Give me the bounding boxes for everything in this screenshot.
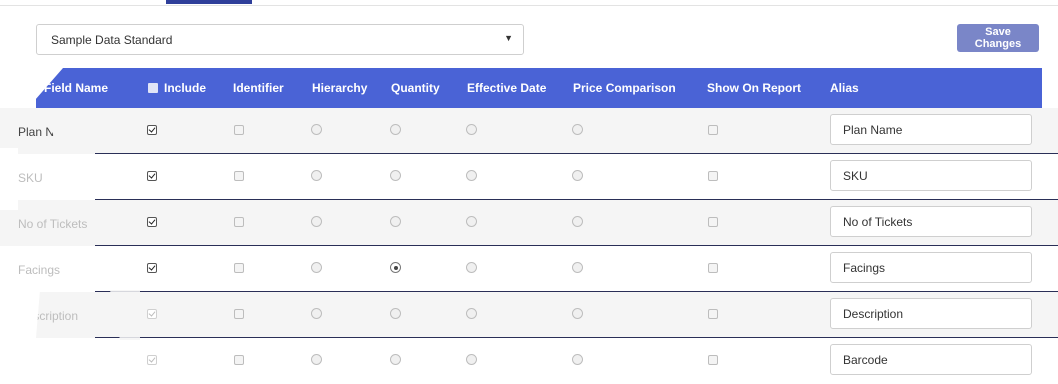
identifier-checkbox[interactable] [234, 171, 244, 181]
show-on-report-checkbox[interactable] [708, 217, 718, 227]
header-show-on-report: Show On Report [707, 81, 801, 95]
include-checkbox[interactable] [147, 217, 157, 227]
header-include-label: Include [164, 81, 207, 95]
table-row [0, 338, 1058, 384]
field-name: Plan Name [18, 125, 78, 139]
price-comparison-radio[interactable] [572, 354, 583, 365]
show-on-report-checkbox[interactable] [708, 171, 718, 181]
top-divider [0, 5, 1058, 6]
include-checkbox [147, 309, 157, 319]
show-on-report-checkbox[interactable] [708, 309, 718, 319]
price-comparison-radio[interactable] [572, 216, 583, 227]
hierarchy-radio[interactable] [311, 262, 322, 273]
alias-input[interactable] [830, 206, 1032, 237]
effective-date-radio[interactable] [466, 354, 477, 365]
include-checkbox[interactable] [147, 171, 157, 181]
header-effective-date: Effective Date [467, 81, 547, 95]
effective-date-radio[interactable] [466, 124, 477, 135]
hierarchy-radio[interactable] [311, 170, 322, 181]
hierarchy-radio[interactable] [311, 216, 322, 227]
identifier-checkbox[interactable] [234, 217, 244, 227]
quantity-radio[interactable] [390, 308, 401, 319]
alias-input[interactable] [830, 252, 1032, 283]
field-name: SKU [18, 171, 43, 185]
active-tab-indicator [166, 0, 252, 4]
quantity-radio[interactable] [390, 354, 401, 365]
quantity-radio[interactable] [390, 262, 401, 273]
header-alias: Alias [830, 81, 859, 95]
hierarchy-radio[interactable] [311, 308, 322, 319]
include-all-checkbox[interactable] [148, 83, 158, 93]
table-row: Facings [0, 246, 1058, 292]
table-row: No of Tickets [0, 200, 1058, 246]
header-price-comparison: Price Comparison [573, 81, 676, 95]
alias-input[interactable] [830, 114, 1032, 145]
include-checkbox[interactable] [147, 263, 157, 273]
header-field-name: Field Name [44, 81, 109, 95]
price-comparison-radio[interactable] [572, 308, 583, 319]
effective-date-radio[interactable] [466, 170, 477, 181]
identifier-checkbox[interactable] [234, 309, 244, 319]
hierarchy-radio[interactable] [311, 354, 322, 365]
table-header: Field Name Include Identifier Hierarchy … [36, 68, 1042, 108]
quantity-radio[interactable] [390, 170, 401, 181]
show-on-report-checkbox[interactable] [708, 125, 718, 135]
dataset-select[interactable]: Sample Data Standard ▼ [36, 24, 524, 55]
header-hierarchy: Hierarchy [312, 81, 368, 95]
effective-date-radio[interactable] [466, 216, 477, 227]
alias-input[interactable] [830, 298, 1032, 329]
quantity-radio[interactable] [390, 124, 401, 135]
header-identifier: Identifier [233, 81, 284, 95]
show-on-report-checkbox[interactable] [708, 355, 718, 365]
table-row: Plan Name [0, 108, 1058, 154]
save-changes-button[interactable]: Save Changes [957, 24, 1039, 52]
show-on-report-checkbox[interactable] [708, 263, 718, 273]
table-row: Description [0, 292, 1058, 338]
effective-date-radio[interactable] [466, 308, 477, 319]
include-checkbox[interactable] [147, 125, 157, 135]
identifier-checkbox[interactable] [234, 355, 244, 365]
table-row: SKU [0, 154, 1058, 200]
price-comparison-radio[interactable] [572, 262, 583, 273]
field-name: No of Tickets [18, 217, 88, 231]
alias-input[interactable] [830, 160, 1032, 191]
identifier-checkbox[interactable] [234, 263, 244, 273]
quantity-radio[interactable] [390, 216, 401, 227]
identifier-checkbox[interactable] [234, 125, 244, 135]
header-quantity: Quantity [391, 81, 440, 95]
chevron-down-icon: ▼ [504, 33, 513, 43]
alias-input[interactable] [830, 344, 1032, 375]
include-checkbox [147, 355, 157, 365]
price-comparison-radio[interactable] [572, 124, 583, 135]
field-name: Facings [18, 263, 61, 277]
hierarchy-radio[interactable] [311, 124, 322, 135]
dataset-select-value: Sample Data Standard [51, 33, 173, 47]
price-comparison-radio[interactable] [572, 170, 583, 181]
header-include[interactable]: Include [148, 81, 206, 95]
field-name: Description [18, 309, 79, 323]
effective-date-radio[interactable] [466, 262, 477, 273]
